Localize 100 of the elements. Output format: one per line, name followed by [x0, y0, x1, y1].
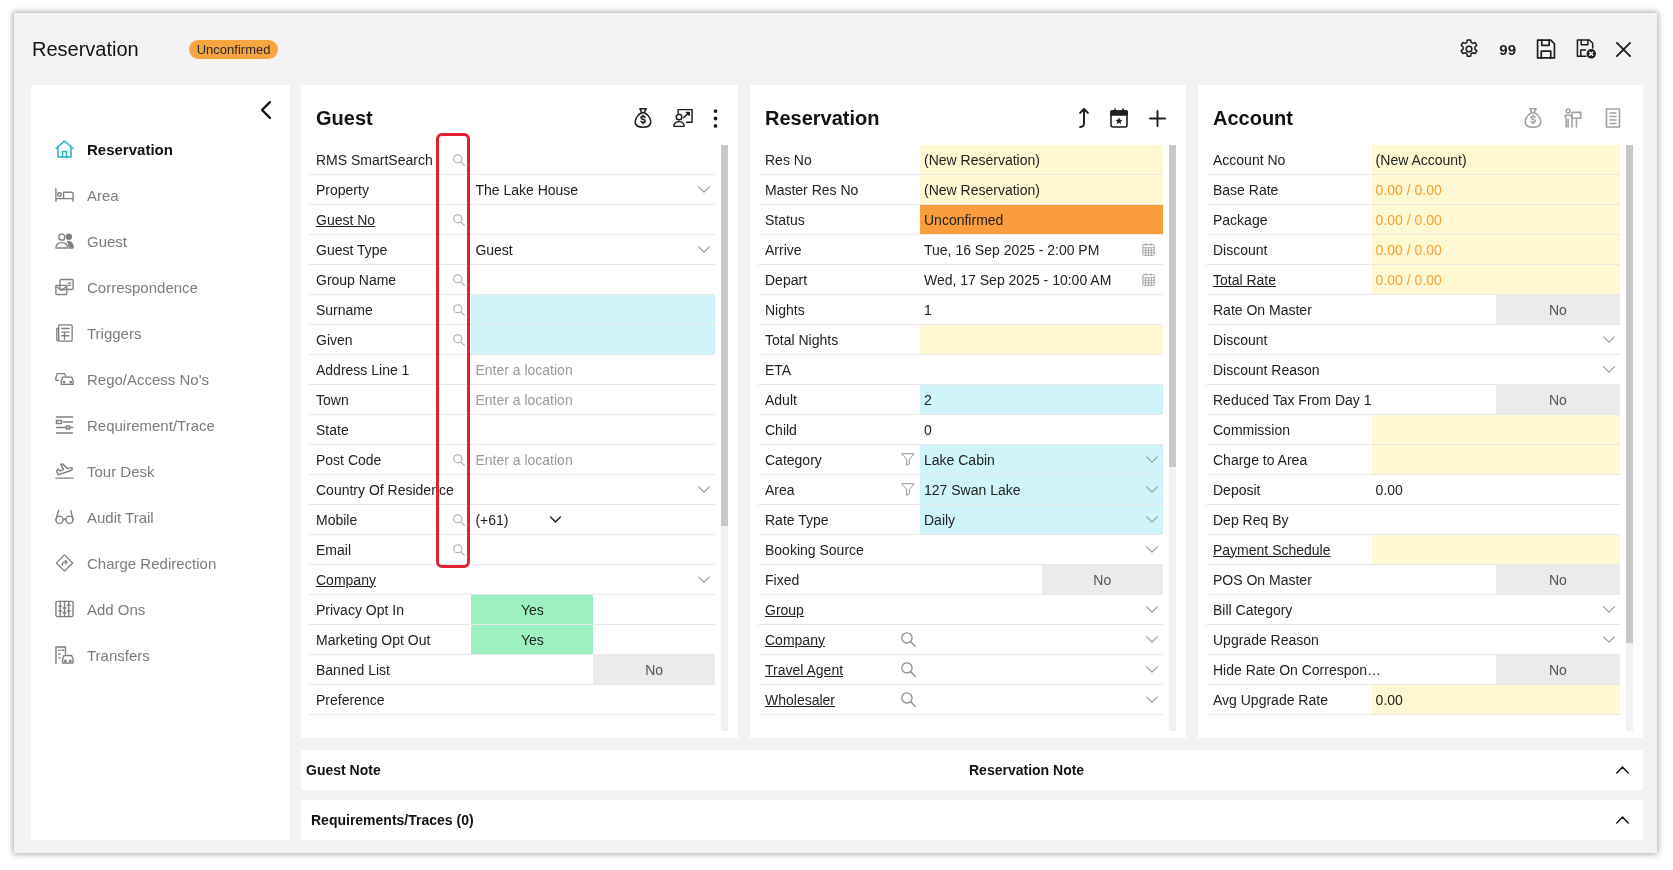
calendar-icon[interactable] — [1142, 273, 1155, 286]
toggle-switch[interactable]: No — [1495, 565, 1620, 594]
search-icon[interactable] — [453, 453, 466, 466]
text-field[interactable] — [471, 325, 715, 354]
sidebar-item[interactable]: Audit Trail — [31, 494, 290, 540]
country-code-dropdown[interactable]: (+61) — [471, 505, 572, 534]
sidebar-item[interactable]: Triggers — [31, 310, 290, 356]
sidebar-item[interactable]: Guest — [31, 218, 290, 264]
field-link[interactable]: Wholesaler — [765, 691, 836, 708]
settings-icon[interactable] — [1459, 39, 1480, 59]
field-label: Upgrade Reason — [1213, 631, 1319, 648]
field-label: Preference — [316, 691, 385, 708]
field-label: Arrive — [765, 241, 802, 258]
text-field[interactable]: 1 — [920, 295, 1163, 324]
text-field[interactable]: 0.00 — [1371, 685, 1620, 714]
search-icon[interactable] — [453, 153, 466, 166]
toggle-switch[interactable]: No — [1495, 295, 1620, 324]
text-field[interactable]: Enter a location — [471, 355, 715, 384]
sidebar-item[interactable]: Transfers — [31, 632, 290, 678]
chevron-up-icon[interactable] — [1616, 816, 1629, 824]
dropdown[interactable]: 127 Swan Lake — [920, 475, 1163, 504]
field-label: Nights — [765, 301, 805, 318]
field-label: Property — [316, 181, 369, 198]
building-car-icon — [55, 646, 74, 664]
add-icon[interactable] — [1149, 109, 1166, 127]
search-icon[interactable] — [900, 692, 916, 707]
search-icon[interactable] — [453, 513, 466, 526]
dropdown[interactable]: The Lake House — [471, 175, 715, 204]
count-button[interactable]: 99 — [1499, 40, 1516, 58]
toggle-switch[interactable]: Yes — [471, 595, 594, 624]
chevron-down-icon — [1603, 636, 1615, 643]
field-label: Post Code — [316, 451, 382, 468]
person-card-icon[interactable] — [673, 108, 693, 128]
toggle-switch[interactable]: No — [593, 655, 715, 684]
more-icon[interactable] — [713, 108, 718, 128]
field-link[interactable]: Guest No — [316, 211, 376, 228]
collapse-icon[interactable] — [261, 101, 271, 119]
dropdown[interactable]: Guest — [471, 235, 715, 264]
sidebar-item[interactable]: Area — [31, 172, 290, 218]
text-field[interactable]: Enter a location — [471, 385, 715, 414]
text-field[interactable] — [1371, 535, 1620, 564]
text-field[interactable]: (New Reservation) — [920, 175, 1163, 204]
field-label: Area — [765, 481, 795, 498]
field-label: Discount — [1213, 331, 1268, 348]
toggle-switch[interactable]: No — [1495, 655, 1620, 684]
text-field[interactable] — [1371, 415, 1620, 444]
abacus-icon — [55, 600, 74, 618]
toggle-switch[interactable]: No — [1041, 565, 1163, 594]
filter-icon[interactable] — [901, 453, 915, 466]
chevron-down-icon — [698, 576, 710, 583]
field-link[interactable]: Total Rate — [1213, 271, 1277, 288]
text-field[interactable] — [920, 325, 1163, 354]
field-link[interactable]: Company — [765, 631, 825, 648]
search-icon[interactable] — [453, 333, 466, 346]
text-field[interactable]: Enter a location — [471, 445, 715, 474]
search-icon[interactable] — [900, 632, 916, 647]
sidebar-item[interactable]: Tour Desk — [31, 448, 290, 494]
sidebar-item[interactable]: Rego/Access No's — [31, 356, 290, 402]
field-label: Depart — [765, 271, 808, 288]
field-link[interactable]: Payment Schedule — [1213, 541, 1331, 558]
search-icon[interactable] — [453, 213, 466, 226]
search-icon[interactable] — [453, 543, 466, 556]
search-icon[interactable] — [900, 662, 916, 677]
text-field[interactable] — [1371, 445, 1620, 474]
toggle-switch[interactable]: Yes — [471, 625, 594, 654]
field-link[interactable]: Group — [765, 601, 804, 618]
text-field[interactable]: (New Account) — [1371, 145, 1620, 174]
arrow-up-icon[interactable] — [1079, 108, 1089, 128]
chevron-down-icon — [1146, 456, 1158, 463]
sidebar-item[interactable]: Requirement/Trace — [31, 402, 290, 448]
sidebar-item[interactable]: Correspondence — [31, 264, 290, 310]
field-label: Address Line 1 — [316, 361, 410, 378]
money-bag-icon[interactable] — [633, 108, 653, 128]
toggle-switch[interactable]: No — [1495, 385, 1620, 414]
dropdown[interactable]: Lake Cabin — [920, 445, 1163, 474]
filter-icon[interactable] — [901, 483, 915, 496]
date-field[interactable]: Wed, 17 Sep 2025 - 10:00 AM — [920, 265, 1163, 294]
field-label: Charge to Area — [1213, 451, 1308, 468]
calendar-icon[interactable] — [1142, 243, 1155, 256]
search-icon[interactable] — [453, 303, 466, 316]
text-field[interactable]: 2 — [920, 385, 1163, 414]
field-link[interactable]: Company — [316, 571, 376, 588]
dropdown[interactable]: Daily — [920, 505, 1163, 534]
text-field[interactable]: 0 — [920, 415, 1163, 444]
chevron-up-icon[interactable] — [1616, 766, 1629, 774]
field-label: Privacy Opt In — [316, 601, 404, 618]
text-field[interactable]: (New Reservation) — [920, 145, 1163, 174]
save-icon[interactable] — [1536, 39, 1556, 59]
text-field[interactable]: 0.00 — [1371, 475, 1620, 504]
sidebar-item[interactable]: Add Ons — [31, 586, 290, 632]
status-field[interactable]: Unconfirmed — [920, 205, 1163, 234]
sidebar-item[interactable]: Reservation — [31, 126, 290, 172]
search-icon[interactable] — [453, 273, 466, 286]
date-field[interactable]: Tue, 16 Sep 2025 - 2:00 PM — [920, 235, 1163, 264]
status-badge: Unconfirmed — [188, 39, 279, 59]
sidebar-item[interactable]: Charge Redirection — [31, 540, 290, 586]
save-close-icon[interactable] — [1576, 39, 1596, 59]
field-link[interactable]: Travel Agent — [765, 661, 844, 678]
text-field[interactable] — [471, 295, 715, 324]
close-icon[interactable] — [1616, 41, 1631, 57]
